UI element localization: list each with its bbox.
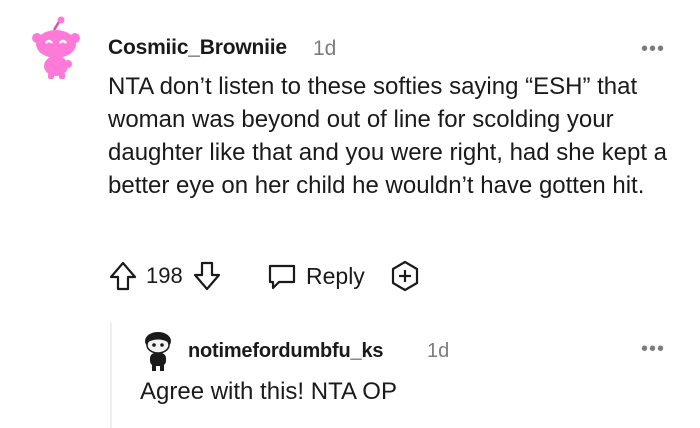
downvote-button[interactable] [192, 258, 222, 294]
user-avatar[interactable] [30, 16, 86, 80]
thread-line[interactable] [110, 322, 112, 428]
comment-username[interactable]: Cosmiic_Browniie [108, 36, 287, 60]
comment-timestamp: 1d [313, 37, 337, 60]
vote-count-label: 198 [146, 263, 183, 288]
snoo-avatar-dark-icon [145, 332, 171, 371]
vote-count: 198 [146, 258, 183, 294]
comment-actions: 198 Reply [108, 258, 448, 294]
arrow-up-icon [109, 261, 137, 291]
more-options-icon[interactable]: ••• [641, 38, 665, 61]
comment-body: NTA don’t listen to these softies saying… [108, 73, 668, 199]
plus-award-icon [391, 260, 419, 292]
reply-label: Reply [306, 262, 365, 289]
award-button[interactable] [388, 258, 422, 294]
reply-button[interactable]: Reply [266, 258, 365, 294]
reply-timestamp: 1d [427, 340, 450, 362]
reply-more-options-icon[interactable]: ••• [641, 338, 665, 361]
reply-body: Agree with this! NTA OP [140, 378, 397, 405]
upvote-button[interactable] [108, 258, 138, 294]
arrow-down-icon [193, 261, 221, 291]
reply-username[interactable]: notimefordumbfu_ks [188, 340, 383, 363]
snoo-avatar-icon [32, 16, 80, 79]
speech-bubble-icon [268, 264, 296, 290]
reply-user-avatar[interactable] [140, 330, 176, 372]
